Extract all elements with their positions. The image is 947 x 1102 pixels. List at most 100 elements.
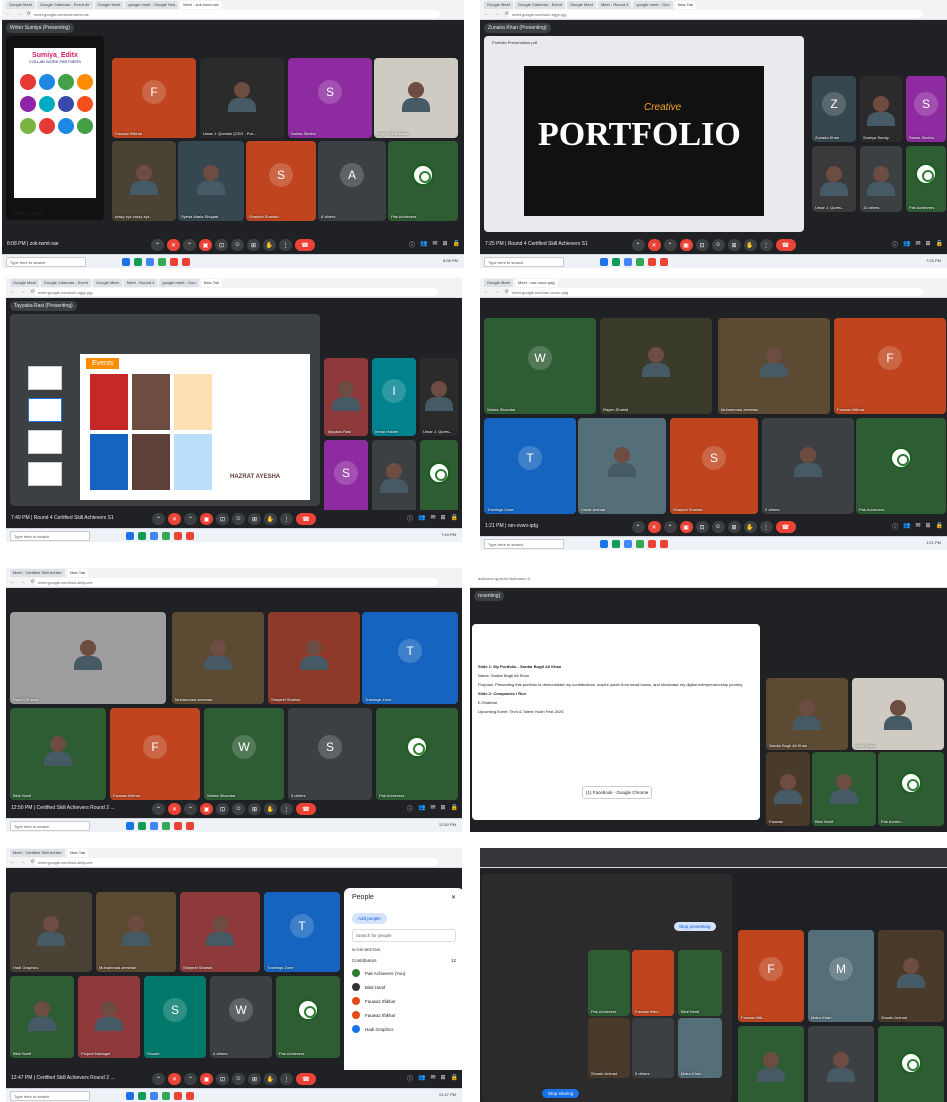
taskbar-search[interactable]: Type here to search	[6, 257, 86, 267]
mic-off-icon[interactable]: ✕	[168, 1073, 181, 1085]
browser-tab[interactable]: Meet - Round 4	[597, 1, 632, 9]
browser-tab[interactable]: Google Meet	[92, 279, 122, 287]
camera-off-icon[interactable]: ▣	[200, 1073, 213, 1085]
captions-icon[interactable]: ⊡	[695, 521, 709, 533]
participant-tile[interactable]: Rayen Shahid	[600, 318, 712, 414]
participant-tile[interactable]: Hadi Graphics	[10, 892, 92, 972]
chevron-up-icon[interactable]: ⌃	[184, 803, 197, 815]
participant-tile[interactable]: S 4 others	[288, 708, 372, 800]
browser-tab[interactable]: Google Calendar - Event	[514, 1, 565, 9]
browser-tab[interactable]: Meet - ran-ovwv-qdg	[514, 279, 558, 287]
participant-tile[interactable]: I Imran Haider	[372, 358, 416, 436]
raise-hand-icon[interactable]: ✋	[264, 803, 277, 815]
browser-tab[interactable]: New Tab	[674, 1, 697, 9]
captions-icon[interactable]: ⊡	[215, 239, 228, 251]
participant-tile[interactable]: Bilal Hanif	[738, 1026, 804, 1102]
taskbar-app-icon[interactable]	[182, 258, 190, 266]
raise-hand-icon[interactable]: ✋	[264, 513, 277, 525]
participant-tile[interactable]: W Warda Sikandar	[484, 318, 596, 414]
address-bar[interactable]: meet.google.com/ssh-stthy-ext	[34, 858, 438, 866]
taskbar-search[interactable]: Type here to search	[484, 257, 564, 267]
end-call-icon[interactable]: ☎	[775, 239, 796, 251]
info-icon[interactable]: ⓘ	[407, 1074, 413, 1083]
chevron-up-icon[interactable]: ⌃	[631, 521, 645, 533]
participant-tile[interactable]: Pak Achievers	[376, 708, 458, 800]
participant-tile[interactable]: Muhammad zeeshan	[96, 892, 176, 972]
participant-tile[interactable]: Bilal Hanif	[10, 708, 106, 800]
taskbar-app-icon[interactable]	[162, 1092, 170, 1100]
taskbar-app-icon[interactable]	[636, 540, 644, 548]
more-options-icon[interactable]: ⋮	[759, 521, 773, 533]
browser-tab[interactable]: Google Calendar - Event de	[36, 1, 93, 9]
host-controls-icon[interactable]: 🔒	[453, 240, 460, 249]
participant-tile[interactable]: Umar J. Qureshi (CEO - Pot...	[200, 58, 284, 138]
participant-tile[interactable]: 2 others	[762, 418, 854, 514]
participant-tile[interactable]: Z Zunaira Khan	[812, 76, 856, 142]
taskbar-app-icon[interactable]	[600, 540, 608, 548]
participant-tile[interactable]: Muhammad zeeshan	[718, 318, 830, 414]
chevron-up-icon[interactable]: ⌃	[152, 1073, 165, 1085]
activities-icon[interactable]: ⊞	[925, 522, 930, 531]
taskbar-app-icon[interactable]	[150, 532, 158, 540]
participant-tile[interactable]: Sumiya Sumiy..	[860, 76, 902, 142]
host-controls-icon[interactable]: 🔒	[936, 522, 943, 531]
taskbar-app-icon[interactable]	[612, 258, 620, 266]
chevron-up-icon[interactable]: ⌃	[663, 239, 677, 251]
host-controls-icon[interactable]: 🔒	[451, 514, 458, 523]
mic-off-icon[interactable]: ✕	[168, 803, 181, 815]
add-people-button[interactable]: Add people	[352, 913, 387, 924]
participant-tile[interactable]: S Sharjeel Shahab	[670, 418, 758, 514]
present-icon[interactable]: ⊞	[247, 239, 260, 251]
participant-tile[interactable]: Engr. Talha Ahsan	[374, 58, 458, 138]
mic-off-icon[interactable]: ✕	[167, 239, 180, 251]
slide-thumbnail[interactable]	[28, 430, 62, 454]
nav-buttons[interactable]: ← → ⟳	[484, 289, 511, 295]
nav-buttons[interactable]: ← → ⟳	[10, 859, 37, 865]
taskbar-app-icon[interactable]	[138, 1092, 146, 1100]
browser-tab[interactable]: google meet - Goo	[159, 279, 199, 287]
activities-icon[interactable]: ⊞	[442, 240, 447, 249]
taskbar-app-icon[interactable]	[660, 258, 668, 266]
participant-tile[interactable]: T Trainings Zone	[362, 612, 458, 704]
taskbar-app-icon[interactable]	[170, 258, 178, 266]
participant-tile[interactable]: F Fauwaz Iftikhar	[834, 318, 946, 414]
participant-tile[interactable]: F Fauwaz Iftikhar	[112, 58, 196, 138]
end-call-icon[interactable]: ☎	[775, 521, 796, 533]
browser-tab[interactable]: google meet - Google Sea	[125, 1, 179, 9]
chevron-up-icon[interactable]: ⌃	[663, 521, 677, 533]
taskbar-app-icon[interactable]	[186, 1092, 194, 1100]
browser-tab[interactable]: New Tab	[200, 279, 223, 287]
participant-tile[interactable]: SSalma Sindhu	[324, 440, 368, 518]
taskbar-search[interactable]: Type here to search	[484, 539, 564, 549]
raise-hand-icon[interactable]: ✋	[264, 1073, 277, 1085]
participant-tile[interactable]: T Trainings Zone	[264, 892, 340, 972]
more-options-icon[interactable]: ⋮	[280, 513, 293, 525]
browser-tab[interactable]: Meet - Round 4	[123, 279, 158, 287]
mic-off-icon[interactable]: ✕	[647, 239, 661, 251]
taskbar-app-icon[interactable]	[648, 258, 656, 266]
chevron-up-icon[interactable]: ⌃	[631, 239, 645, 251]
taskbar-app-icon[interactable]	[138, 532, 146, 540]
chat-icon[interactable]: ✉	[430, 804, 435, 813]
participant-tile[interactable]: SSalma Sindhu	[906, 76, 946, 142]
taskbar-search[interactable]: Type here to search	[10, 1091, 90, 1101]
mic-off-icon[interactable]: ✕	[647, 521, 661, 533]
people-icon[interactable]: 👥	[903, 522, 910, 531]
mic-off-icon[interactable]: ✕	[168, 513, 181, 525]
taskbar-search[interactable]: Type here to search	[10, 531, 90, 541]
participant-tile[interactable]: Shoaib Arshad	[878, 930, 944, 1022]
participant-tile[interactable]: Muhammad zeeshan	[172, 612, 264, 704]
chat-icon[interactable]: ✉	[430, 514, 435, 523]
chevron-up-icon[interactable]: ⌃	[183, 239, 196, 251]
people-icon[interactable]: 👥	[903, 240, 910, 249]
stop-presenting-chip[interactable]: Stop presenting	[674, 922, 716, 931]
present-icon[interactable]: ⊞	[727, 521, 741, 533]
taskbar-app-icon[interactable]	[174, 822, 182, 830]
participant-tile[interactable]: Anns Gilani	[852, 678, 944, 750]
participant-list-item[interactable]: Fauwaz Iftikhar	[344, 1008, 462, 1022]
taskbar-search[interactable]: Type here to search	[10, 821, 90, 831]
people-icon[interactable]: 👥	[418, 1074, 425, 1083]
people-icon[interactable]: 👥	[418, 804, 425, 813]
participant-tile[interactable]: F Fauwaz Iftikhar	[110, 708, 200, 800]
camera-off-icon[interactable]: ▣	[200, 803, 213, 815]
